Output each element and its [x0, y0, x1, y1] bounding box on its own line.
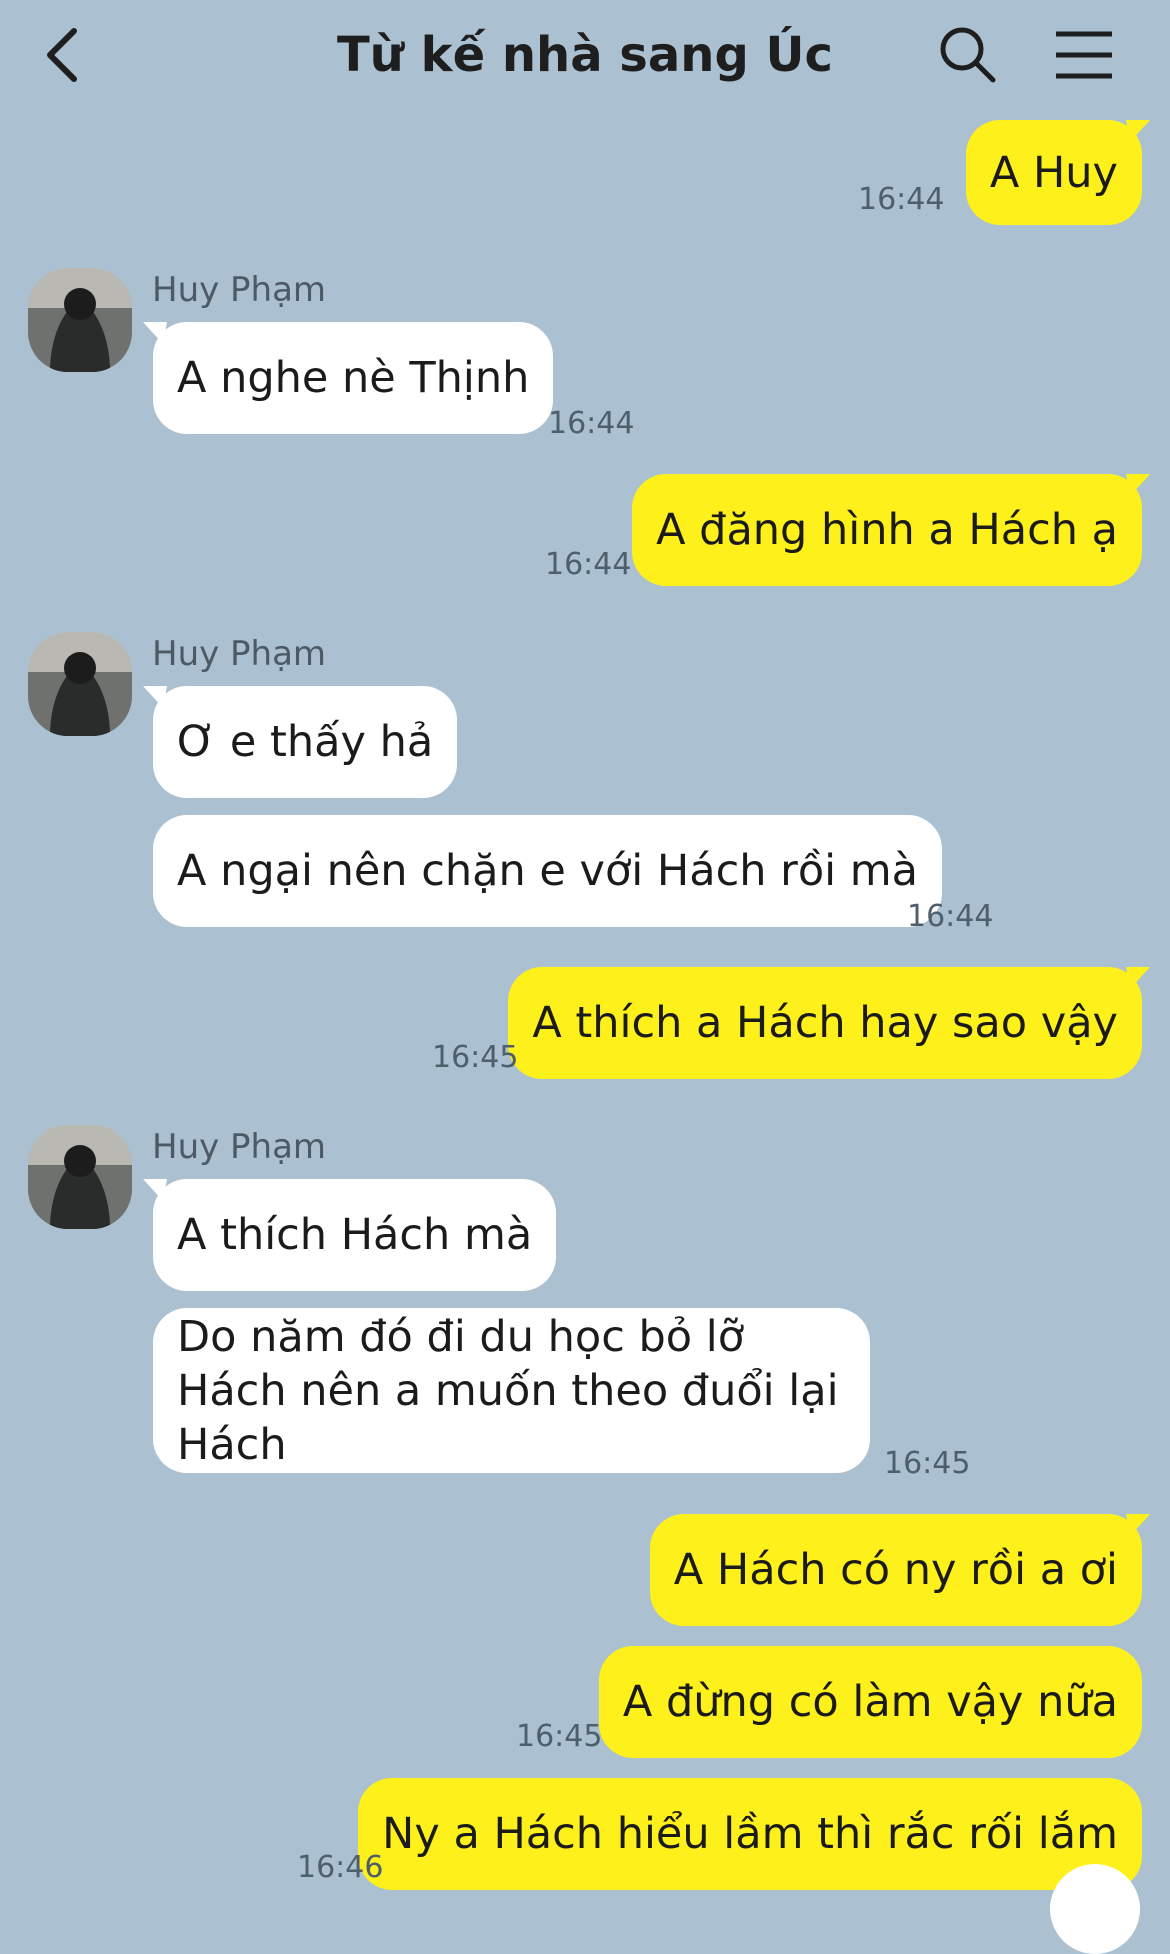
message-bubble-incoming[interactable]: Ơ e thấy hả [153, 686, 458, 798]
message-bubble-outgoing[interactable]: A thích a Hách hay sao vậy [508, 967, 1142, 1079]
message-time: 16:45 [884, 1446, 971, 1481]
avatar[interactable] [28, 268, 132, 372]
message-bubble-incoming[interactable]: A nghe nè Thịnh [153, 322, 554, 434]
message-bubble-incoming[interactable]: A thích Hách mà [153, 1179, 557, 1291]
message-bubble-outgoing[interactable]: A Huy [965, 120, 1142, 225]
search-icon[interactable] [935, 22, 999, 86]
message-time: 16:45 [432, 1040, 519, 1075]
sender-name: Huy Phạm [152, 1127, 327, 1167]
sender-name: Huy Phạm [152, 270, 327, 310]
message-time: 16:44 [545, 547, 632, 582]
avatar-image [28, 268, 132, 372]
hamburger-menu-icon[interactable] [1052, 28, 1116, 82]
message-bubble-incoming[interactable]: Do năm đó đi du học bỏ lỡ Hách nên a muố… [153, 1308, 870, 1473]
message-bubble-outgoing[interactable]: A Hách có ny rồi a ơi [649, 1514, 1142, 1626]
sender-name: Huy Phạm [152, 634, 327, 674]
bubble-tail [1126, 1514, 1150, 1536]
chat-header: Từ kế nhà sang Úc [0, 0, 1170, 118]
avatar[interactable] [28, 632, 132, 736]
bubble-tail [1126, 967, 1150, 989]
avatar[interactable] [28, 1125, 132, 1229]
avatar-image [28, 1125, 132, 1229]
avatar-image [28, 632, 132, 736]
message-time: 16:44 [907, 899, 994, 934]
message-time: 16:44 [548, 406, 635, 441]
message-bubble-outgoing[interactable]: A đăng hình a Hách ạ [632, 474, 1142, 586]
message-time: 16:46 [297, 1850, 384, 1885]
message-bubble-outgoing[interactable]: Ny a Hách hiểu lầm thì rắc rối lắm [358, 1778, 1142, 1890]
message-time: 16:44 [858, 182, 945, 217]
scroll-to-bottom-button[interactable] [1050, 1864, 1140, 1954]
bubble-tail [1126, 120, 1150, 142]
message-bubble-incoming[interactable]: A ngại nên chặn e với Hách rồi mà [153, 815, 942, 927]
bubble-tail [1126, 474, 1150, 496]
message-bubble-outgoing[interactable]: A đừng có làm vậy nữa [598, 1646, 1142, 1758]
message-time: 16:45 [516, 1719, 603, 1754]
